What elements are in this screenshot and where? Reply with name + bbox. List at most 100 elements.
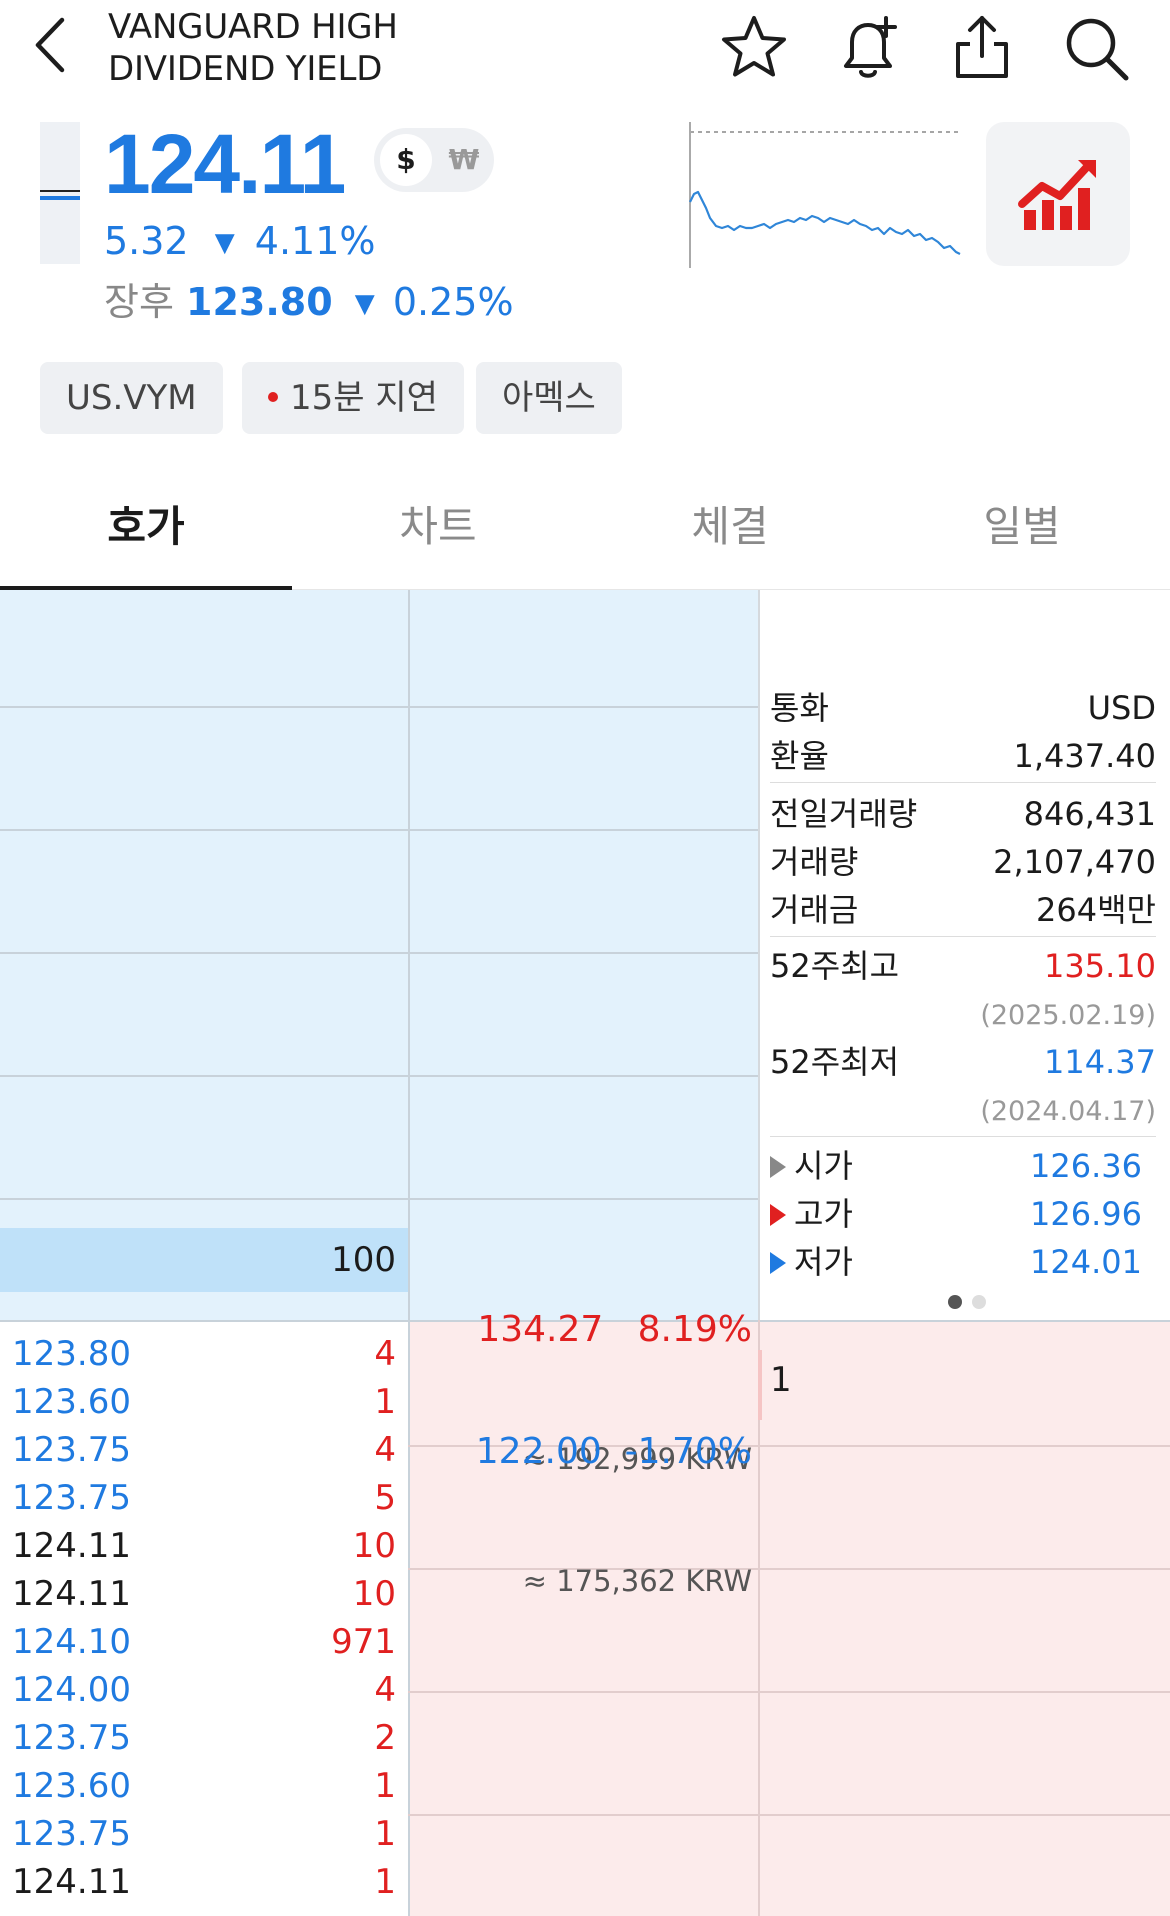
trade-row: 124.11 10 xyxy=(12,1522,396,1570)
star-icon xyxy=(722,16,786,77)
trade-row: 124.00 4 xyxy=(12,1666,396,1714)
after-hours-quote: 장후 123.80 ▼ 0.25% xyxy=(104,278,514,328)
share-icon xyxy=(956,16,1008,78)
ask-volume[interactable]: 100 xyxy=(0,1228,396,1292)
title-line-2: DIVIDEND YIELD xyxy=(108,49,383,89)
grid-line xyxy=(0,1198,760,1200)
info-value: 264백만 xyxy=(1036,891,1156,929)
title-line-1: VANGUARD HIGH xyxy=(108,7,398,47)
bid-volume-bar xyxy=(758,1350,762,1420)
tab-trades[interactable]: 체결 xyxy=(584,492,876,562)
share-button[interactable] xyxy=(944,10,1020,86)
info-amount: 거래금 264백만 xyxy=(770,886,1156,934)
triangle-right-icon xyxy=(770,1252,786,1274)
grid-line xyxy=(0,829,760,831)
price-range-indicator xyxy=(40,122,80,264)
page-dot xyxy=(972,1295,986,1309)
exchange-chip[interactable]: 아멕스 xyxy=(476,362,622,434)
delay-chip[interactable]: 15분 지연 xyxy=(242,362,464,434)
currency-toggle[interactable]: $ ₩ xyxy=(374,128,494,192)
grid-line xyxy=(0,1075,760,1077)
ticker-chip[interactable]: US.VYM xyxy=(40,362,223,434)
down-triangle-icon: ▼ xyxy=(354,289,375,319)
bid-price: 122.00 -1.70% xyxy=(475,1431,752,1472)
tab-orderbook[interactable]: 호가 xyxy=(0,492,292,562)
bell-plus-icon xyxy=(844,16,897,78)
info-label: 52주최고 xyxy=(770,947,900,985)
trade-price: 123.75 xyxy=(12,1478,131,1518)
trade-quantity: 1 xyxy=(374,1382,396,1422)
krw-option[interactable]: ₩ xyxy=(440,134,488,186)
info-divider xyxy=(770,1136,1156,1137)
info-value: 126.36 xyxy=(1030,1147,1142,1185)
info-fx: 환율 1,437.40 xyxy=(770,732,1156,780)
info-label: 전일거래량 xyxy=(770,795,918,833)
triangle-right-icon xyxy=(770,1156,786,1178)
info-label: 환율 xyxy=(770,737,829,775)
trade-quantity: 10 xyxy=(352,1526,396,1566)
down-triangle-icon: ▼ xyxy=(214,228,235,258)
trade-price: 123.60 xyxy=(12,1382,131,1422)
bid-volume[interactable]: 1 xyxy=(770,1360,792,1400)
trade-row: 123.60 1 xyxy=(12,1762,396,1810)
info-value: 124.01 xyxy=(1030,1243,1142,1281)
triangle-right-icon xyxy=(770,1204,786,1226)
intraday-sparkline[interactable] xyxy=(688,122,962,268)
info-prev-volume: 전일거래량 846,431 xyxy=(770,790,1156,838)
trade-row: 124.10 971 xyxy=(12,1618,396,1666)
page-dot-active xyxy=(948,1295,962,1309)
after-hours-percent: 0.25% xyxy=(392,280,514,324)
trade-price: 124.11 xyxy=(12,1574,131,1614)
search-button[interactable] xyxy=(1058,10,1134,86)
trade-row: 123.75 4 xyxy=(12,1426,396,1474)
info-52w-low: 52주최저 114.37 xyxy=(770,1038,1156,1086)
trade-row: 123.80 4 xyxy=(12,1330,396,1378)
delay-label: 15분 지연 xyxy=(290,378,438,418)
trade-price: 123.75 xyxy=(12,1430,131,1470)
usd-option[interactable]: $ xyxy=(380,134,432,186)
info-label: 거래금 xyxy=(770,891,859,929)
info-label: 시가 xyxy=(794,1147,853,1185)
info-label: 통화 xyxy=(770,689,829,727)
trade-quantity: 10 xyxy=(352,1574,396,1614)
change-percent: 4.11% xyxy=(254,219,376,263)
info-value: 846,431 xyxy=(1023,795,1156,833)
bid-price-cell[interactable]: 122.00 -1.70% ≈ 175,362 KRW xyxy=(412,1342,752,1644)
trade-row: 124.11 10 xyxy=(12,1570,396,1618)
grid-line xyxy=(0,952,760,954)
trade-quantity: 4 xyxy=(374,1670,396,1710)
trade-quantity: 1 xyxy=(374,1814,396,1854)
tab-daily[interactable]: 일별 xyxy=(876,492,1168,562)
trade-price: 123.60 xyxy=(12,1766,131,1806)
info-label: 고가 xyxy=(794,1195,853,1233)
grid-line xyxy=(408,590,410,1916)
info-52w-low-date: (2024.04.17) xyxy=(980,1096,1156,1127)
info-52w-high: 52주최고 135.10 xyxy=(770,942,1156,990)
trade-price: 124.11 xyxy=(12,1526,131,1566)
page-title: VANGUARD HIGH DIVIDEND YIELD xyxy=(108,6,398,90)
alert-add-button[interactable] xyxy=(830,10,906,86)
trade-quantity: 2 xyxy=(374,1718,396,1758)
trade-quantity: 1 xyxy=(374,1862,396,1902)
tab-chart[interactable]: 차트 xyxy=(292,492,584,562)
info-value: 114.37 xyxy=(1044,1043,1156,1081)
back-button[interactable] xyxy=(30,12,74,78)
chart-shortcut-button[interactable] xyxy=(986,122,1130,266)
trade-price: 123.75 xyxy=(12,1814,131,1854)
ask-area xyxy=(0,590,760,1320)
info-value: USD xyxy=(1087,689,1156,727)
trade-price: 123.75 xyxy=(12,1718,131,1758)
info-label: 거래량 xyxy=(770,843,859,881)
trade-price: 124.11 xyxy=(12,1862,131,1902)
red-dot-icon xyxy=(268,392,278,402)
page-indicator[interactable] xyxy=(948,1294,996,1313)
info-52w-high-date: (2025.02.19) xyxy=(980,1000,1156,1031)
search-icon xyxy=(1066,18,1129,81)
trade-price: 123.80 xyxy=(12,1334,131,1374)
favorite-button[interactable] xyxy=(716,10,792,86)
trade-quantity: 1 xyxy=(374,1766,396,1806)
trade-quantity: 5 xyxy=(374,1478,396,1518)
grid-line xyxy=(0,706,760,708)
trade-quantity: 4 xyxy=(374,1334,396,1374)
chevron-left-icon xyxy=(35,17,65,73)
